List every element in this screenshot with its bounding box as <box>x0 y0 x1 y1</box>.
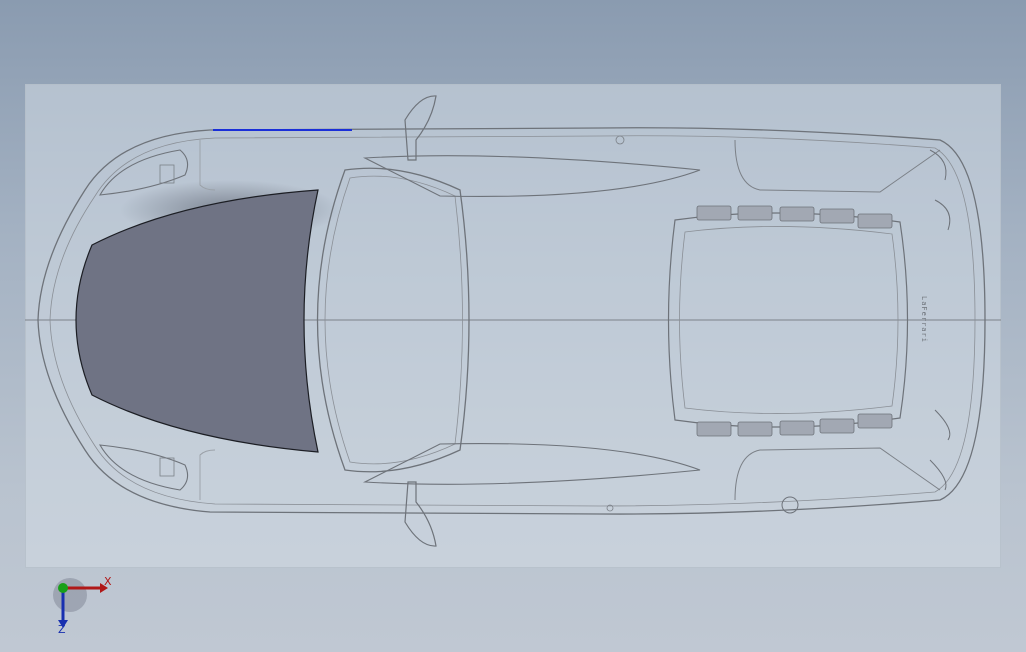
coordinate-triad: X Z <box>53 575 112 636</box>
graphics-viewport[interactable]: LaFerrari X Z <box>0 0 1026 652</box>
triad-z-label: Z <box>58 623 66 636</box>
triad-x-label: X <box>104 575 112 588</box>
triad-shadow <box>53 578 87 612</box>
triad-y-axis <box>58 583 68 593</box>
